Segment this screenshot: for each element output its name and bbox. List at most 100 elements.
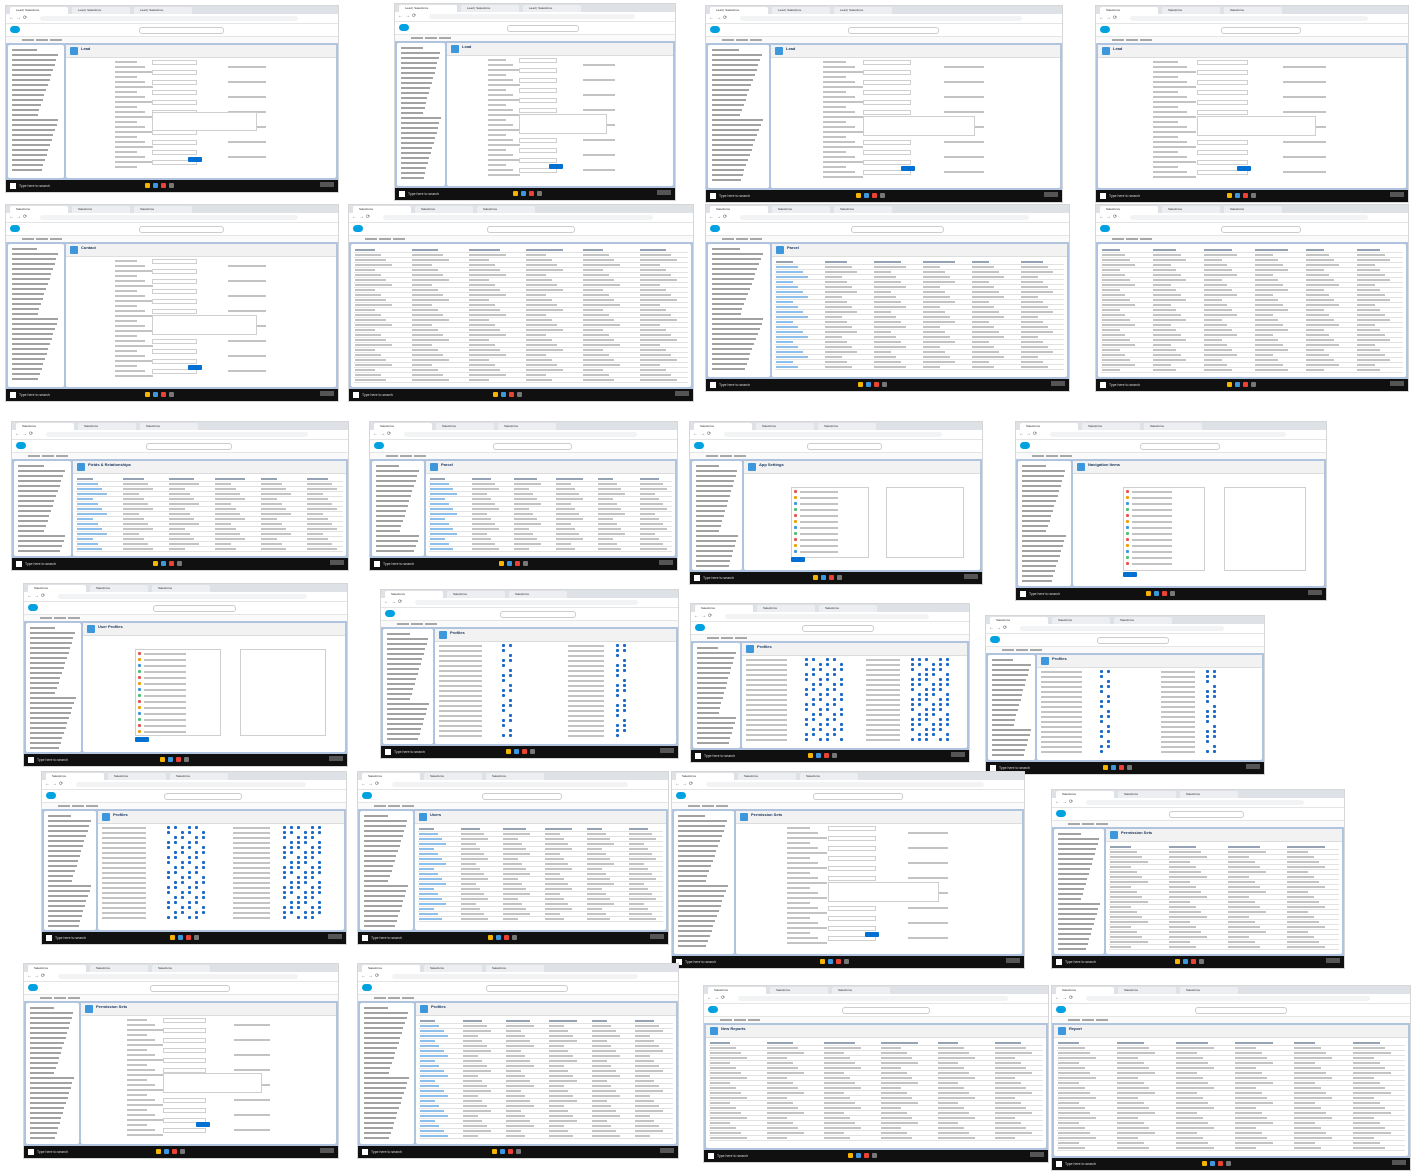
sidebar-item[interactable] [30,1082,72,1084]
sidebar-item[interactable] [30,727,66,729]
reload-icon[interactable]: ⟳ [1069,995,1073,1002]
browser-tab[interactable]: Salesforce [1056,987,1114,994]
list-item[interactable] [800,509,838,511]
table-row[interactable] [775,289,1064,290]
sidebar-item[interactable] [48,900,86,902]
field-input[interactable] [828,906,876,911]
sidebar-item[interactable] [387,653,424,655]
sidebar-item[interactable] [30,742,61,744]
sidebar-item[interactable] [18,490,58,492]
permission-checkbox[interactable] [833,688,836,691]
sidebar-item[interactable] [1022,545,1063,547]
sidebar-item[interactable] [364,1122,394,1124]
browser-tab[interactable]: Salesforce [1100,7,1158,14]
browser-tab[interactable]: Salesforce [770,987,828,994]
field-input[interactable] [152,140,197,145]
list-item[interactable] [800,515,838,517]
sidebar-item[interactable] [401,117,441,119]
windows-start-icon[interactable] [710,193,716,199]
sidebar-item[interactable] [401,147,432,149]
field-input[interactable] [163,1028,206,1033]
list-item[interactable] [144,707,186,709]
setup-nav-item[interactable] [736,39,748,41]
permission-checkbox[interactable] [318,906,321,909]
permission-checkbox[interactable] [911,723,914,726]
permission-checkbox[interactable] [946,703,949,706]
sidebar-item[interactable] [12,139,52,141]
table-row[interactable] [354,362,688,363]
browser-tab[interactable]: Salesforce [362,965,420,972]
sidebar-item[interactable] [712,333,758,335]
reload-icon[interactable]: ⟳ [375,781,379,788]
sidebar-item[interactable] [712,248,740,250]
permission-checkbox[interactable] [840,713,843,716]
sidebar-item[interactable] [387,673,418,675]
sidebar-item[interactable] [12,373,40,375]
sidebar-item[interactable] [1022,465,1046,467]
permission-checkbox[interactable] [304,891,307,894]
permission-checkbox[interactable] [1107,725,1110,728]
setup-nav-item[interactable] [54,997,66,999]
sidebar-item[interactable] [376,465,399,467]
permission-checkbox[interactable] [509,719,512,722]
taskbar-app-icon[interactable] [496,935,501,940]
back-arrow-icon[interactable]: ← [398,13,403,20]
sidebar-item[interactable] [712,363,747,365]
taskbar-app-icon[interactable] [1154,591,1159,596]
sidebar-item[interactable] [48,910,83,912]
sidebar-item[interactable] [1022,485,1061,487]
field-input[interactable] [163,1128,206,1133]
permission-checkbox[interactable] [174,896,177,899]
sidebar-item[interactable] [1022,500,1056,502]
setup-nav-item[interactable] [388,805,400,807]
table-row[interactable] [419,1033,673,1034]
sidebar-item[interactable] [30,1052,61,1054]
back-arrow-icon[interactable]: ← [989,625,994,632]
sidebar-item[interactable] [992,699,1021,701]
reload-icon[interactable]: ⟳ [1113,214,1117,221]
sidebar-item[interactable] [376,520,403,522]
sidebar-item[interactable] [992,714,1016,716]
windows-start-icon[interactable] [10,392,16,398]
permission-checkbox[interactable] [167,826,170,829]
setup-nav-item[interactable] [1140,39,1152,41]
permission-checkbox[interactable] [918,683,921,686]
sidebar-item[interactable] [678,865,711,867]
browser-tab[interactable]: Salesforce [708,987,766,994]
taskbar-app-icon[interactable] [488,935,493,940]
permission-checkbox[interactable] [932,723,935,726]
sidebar-item[interactable] [364,885,408,887]
salesforce-logo-icon[interactable] [1056,810,1066,817]
sidebar-item[interactable] [12,144,50,146]
sidebar-item[interactable] [401,107,425,109]
url-input[interactable] [392,974,638,979]
permission-checkbox[interactable] [1100,735,1103,738]
permission-checkbox[interactable] [181,876,184,879]
sidebar-item[interactable] [364,1047,397,1049]
sidebar-item[interactable] [376,490,412,492]
list-item[interactable] [144,683,186,685]
setup-nav-item[interactable] [402,805,414,807]
browser-tab[interactable]: Salesforce [374,423,432,430]
table-row[interactable] [1109,879,1339,880]
sidebar-item[interactable] [697,657,734,659]
permission-checkbox[interactable] [202,876,205,879]
sidebar-item[interactable] [712,179,741,181]
sidebar-item[interactable] [401,152,431,154]
sidebar-item[interactable] [364,830,404,832]
table-row[interactable] [1057,1125,1405,1126]
back-arrow-icon[interactable]: ← [1099,214,1104,221]
sidebar-item[interactable] [18,530,44,532]
sidebar-item[interactable] [387,633,410,635]
permission-checkbox[interactable] [202,911,205,914]
browser-tab[interactable]: Salesforce [676,773,734,780]
permission-checkbox[interactable] [202,881,205,884]
setup-nav-item[interactable] [720,455,732,457]
permission-checkbox[interactable] [833,683,836,686]
sidebar-item[interactable] [1058,923,1094,925]
sidebar-item[interactable] [12,164,43,166]
field-input[interactable] [152,90,197,95]
taskbar-app-icon[interactable] [1227,382,1232,387]
salesforce-logo-icon[interactable] [710,26,720,33]
sidebar-item[interactable] [364,840,401,842]
